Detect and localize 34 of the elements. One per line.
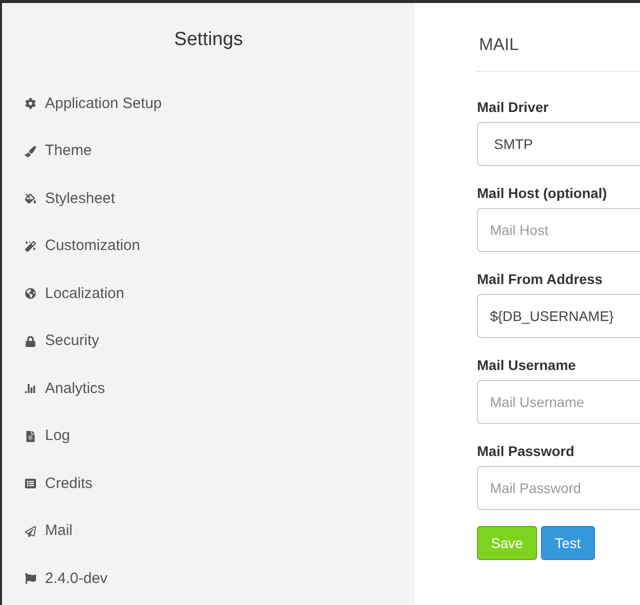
field-label: Mail From Address <box>477 270 604 289</box>
sidebar-item[interactable]: Log <box>25 425 70 448</box>
list-icon <box>25 478 36 490</box>
field-label: Mail Host (optional) <box>477 184 608 203</box>
padlock-icon <box>25 336 36 347</box>
sidebar-item[interactable]: Stylesheet <box>25 188 116 210</box>
magic-wand-icon <box>25 240 36 252</box>
document-icon <box>25 430 36 442</box>
sidebar-item[interactable]: Security <box>25 330 100 352</box>
input-field[interactable]: ${DB_USERNAME} <box>477 294 640 338</box>
sidebar-item[interactable]: Analytics <box>25 378 106 400</box>
sidebar-item[interactable]: Customization <box>25 235 140 258</box>
sidebar-item[interactable]: 2.4.0-dev <box>25 568 108 590</box>
gear-icon <box>25 98 36 110</box>
field-label: Mail Username <box>477 356 577 375</box>
paint-bucket-icon <box>25 193 36 204</box>
section-title: MAIL <box>478 34 520 56</box>
globe-icon <box>25 288 36 300</box>
input-field[interactable]: Mail Password <box>477 466 640 510</box>
sidebar-item[interactable]: Mail <box>25 520 73 542</box>
sidebar-item[interactable]: Credits <box>25 472 93 495</box>
paper-plane-icon <box>25 526 36 537</box>
input-field[interactable]: Mail Username <box>477 380 640 424</box>
input-field[interactable]: SMTP <box>477 122 640 166</box>
sidebar-item[interactable]: Application Setup <box>25 92 162 115</box>
sidebar-item[interactable]: Localization <box>25 282 124 305</box>
sidebar-title: Settings <box>174 28 243 52</box>
field-label: Mail Driver <box>477 98 550 117</box>
paintbrush-icon <box>25 146 36 157</box>
field-label: Mail Password <box>477 442 576 461</box>
flag-icon <box>25 573 36 584</box>
input-field[interactable]: Mail Host <box>477 208 640 252</box>
sidebar-item[interactable]: Theme <box>25 140 92 162</box>
bar-chart-icon <box>25 383 36 394</box>
